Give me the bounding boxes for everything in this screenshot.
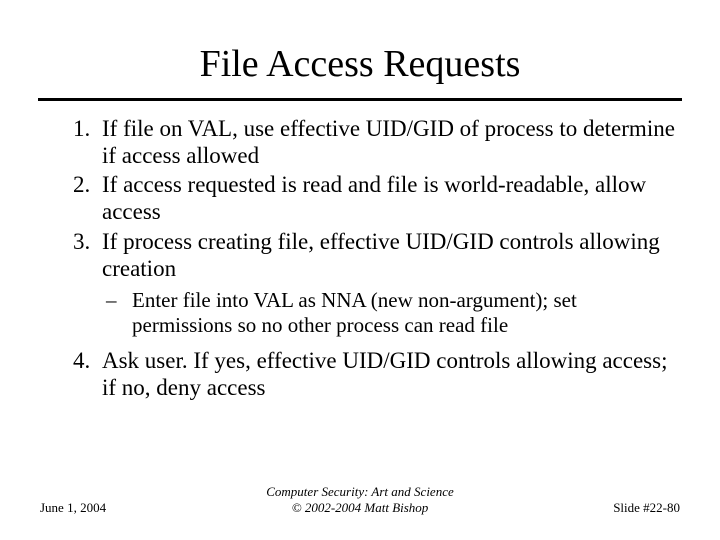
footer-date: June 1, 2004 <box>40 500 180 516</box>
slide-title: File Access Requests <box>0 0 720 94</box>
footer-center-line2: © 2002-2004 Matt Bishop <box>292 500 429 515</box>
list-item: If process creating file, effective UID/… <box>96 228 680 338</box>
footer-slide-number: Slide #22-80 <box>540 500 680 516</box>
slide-body: If file on VAL, use effective UID/GID of… <box>0 115 720 402</box>
list-item: If access requested is read and file is … <box>96 171 680 225</box>
footer-center: Computer Security: Art and Science © 200… <box>180 484 540 516</box>
slide: File Access Requests If file on VAL, use… <box>0 0 720 540</box>
list-item: If file on VAL, use effective UID/GID of… <box>96 115 680 169</box>
footer: June 1, 2004 Computer Security: Art and … <box>0 484 720 516</box>
sub-list-item: Enter file into VAL as NNA (new non-argu… <box>132 288 680 338</box>
list-item: Ask user. If yes, effective UID/GID cont… <box>96 347 680 401</box>
title-rule <box>38 98 682 101</box>
main-list: If file on VAL, use effective UID/GID of… <box>40 115 680 402</box>
sub-list: Enter file into VAL as NNA (new non-argu… <box>102 288 680 338</box>
footer-center-line1: Computer Security: Art and Science <box>266 484 454 499</box>
list-item-text: If process creating file, effective UID/… <box>102 229 660 281</box>
